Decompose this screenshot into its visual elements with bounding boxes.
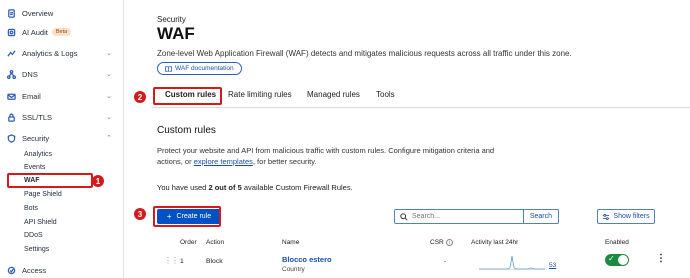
- sidebar-subitem-settings[interactable]: Settings: [24, 244, 49, 255]
- sidebar-item-label: AI Audit: [22, 27, 48, 37]
- sidebar-item-label: Overview: [22, 8, 54, 18]
- show-filters-label: Show filters: [613, 213, 650, 220]
- tab-tools[interactable]: Tools: [376, 90, 395, 99]
- annotation-badge-2: 2: [134, 91, 146, 103]
- rule-usage-text: You have used 2 out of 5 available Custo…: [157, 183, 353, 192]
- sidebar-item-ai-audit[interactable]: AI Audit Beta: [6, 25, 72, 39]
- annotation-highlight-create-rule: [153, 206, 221, 227]
- sidebar-item-security[interactable]: Security ⌃: [6, 131, 118, 145]
- search-button[interactable]: Search: [522, 210, 558, 223]
- sidebar-subitem-bots[interactable]: Bots: [24, 203, 38, 214]
- more-options-icon[interactable]: ⋮: [656, 254, 666, 264]
- page-description: Zone-level Web Application Firewall (WAF…: [157, 49, 572, 58]
- sidebar-item-analytics-logs[interactable]: Analytics & Logs ⌄: [6, 46, 118, 60]
- usage-pre: You have used: [157, 183, 209, 192]
- access-icon: [6, 265, 16, 275]
- sidebar-item-ssl-tls[interactable]: SSL/TLS ⌄: [6, 110, 118, 124]
- rule-name-link[interactable]: Blocco estero: [282, 255, 332, 264]
- sidebar-subitem-analytics[interactable]: Analytics: [24, 149, 52, 160]
- column-header-activity: Activity last 24hr: [471, 239, 519, 246]
- tab-rate-limiting-rules[interactable]: Rate limiting rules: [228, 90, 292, 99]
- annotation-badge-3: 3: [134, 208, 146, 220]
- tab-managed-rules[interactable]: Managed rules: [307, 90, 360, 99]
- row-action: Block: [206, 258, 223, 265]
- sidebar: Overview AI Audit Beta Analytics & Logs …: [0, 0, 124, 278]
- chevron-up-icon: ⌃: [106, 135, 112, 142]
- info-icon[interactable]: i: [445, 239, 453, 246]
- sidebar-item-label: Security: [22, 133, 50, 143]
- sidebar-item-label: SSL/TLS: [22, 112, 53, 122]
- beta-badge: Beta: [51, 28, 72, 36]
- column-header-csr: CSR i: [430, 239, 453, 246]
- email-icon: [6, 91, 16, 101]
- column-header-order: Order: [180, 239, 197, 246]
- sidebar-item-access[interactable]: Access: [6, 263, 46, 277]
- usage-count: 2 out of 5: [208, 183, 242, 192]
- lock-icon: [6, 112, 16, 122]
- chevron-down-icon: ⌄: [106, 50, 112, 57]
- column-header-action: Action: [206, 239, 225, 246]
- drag-handle-icon[interactable]: ⋮⋮: [164, 256, 179, 265]
- search-icon: [400, 212, 408, 221]
- rule-subtitle: Country: [282, 266, 305, 273]
- sidebar-item-email[interactable]: Email ⌄: [6, 89, 118, 103]
- toggle-knob: [618, 255, 628, 265]
- sidebar-subitem-ddos[interactable]: DDoS: [24, 230, 43, 241]
- section-description: Protect your website and API from malici…: [157, 145, 497, 167]
- annotation-highlight-waf: [7, 173, 93, 188]
- chevron-down-icon: ⌄: [106, 114, 112, 121]
- annotation-highlight-custom-rules: [153, 87, 222, 105]
- search-bar: Search: [394, 209, 559, 224]
- explore-templates-link[interactable]: explore templates: [194, 157, 253, 166]
- document-icon: [6, 8, 16, 18]
- search-input[interactable]: [412, 213, 523, 220]
- main-content: Security WAF Zone-level Web Application …: [124, 0, 690, 278]
- sidebar-item-overview[interactable]: Overview: [6, 6, 53, 20]
- sidebar-item-label: DNS: [22, 69, 38, 79]
- row-csr: -: [444, 258, 447, 265]
- network-icon: [6, 69, 16, 79]
- book-icon: [165, 65, 172, 72]
- chart-icon: [6, 48, 16, 58]
- enabled-toggle[interactable]: ✓: [605, 254, 629, 266]
- sidebar-subitem-page-shield[interactable]: Page Shield: [24, 189, 62, 200]
- column-header-name: Name: [282, 239, 300, 246]
- chevron-down-icon: ⌄: [106, 71, 112, 78]
- activity-sparkline: [479, 255, 545, 270]
- section-heading: Custom rules: [157, 125, 216, 136]
- usage-post: available Custom Firewall Rules.: [241, 183, 353, 192]
- section-label: Security: [157, 15, 186, 24]
- waf-documentation-button[interactable]: WAF documentation: [157, 62, 242, 75]
- doc-button-label: WAF documentation: [175, 65, 234, 72]
- shield-icon: [6, 133, 16, 143]
- csr-label: CSR: [430, 239, 444, 247]
- column-header-enabled: Enabled: [605, 239, 629, 246]
- sidebar-subitem-events[interactable]: Events: [24, 162, 45, 173]
- check-icon: ✓: [608, 254, 615, 263]
- activity-count-link[interactable]: 53: [549, 262, 556, 269]
- sidebar-item-label: Analytics & Logs: [22, 48, 78, 58]
- description-text-end: , for better security.: [252, 157, 317, 166]
- chevron-down-icon: ⌄: [106, 93, 112, 100]
- row-order: 1: [180, 258, 184, 265]
- sidebar-item-label: Email: [22, 91, 41, 101]
- show-filters-button[interactable]: Show filters: [597, 209, 655, 224]
- sidebar-item-dns[interactable]: DNS ⌄: [6, 67, 118, 81]
- page-title: WAF: [157, 24, 195, 43]
- annotation-badge-1: 1: [92, 175, 104, 187]
- sidebar-subitem-api-shield[interactable]: API Shield: [24, 217, 57, 228]
- ai-icon: [6, 27, 16, 37]
- sidebar-item-label: Access: [22, 265, 47, 275]
- filter-icon: [603, 213, 610, 220]
- tab-bar: Custom rules Rate limiting rules Managed…: [152, 86, 690, 108]
